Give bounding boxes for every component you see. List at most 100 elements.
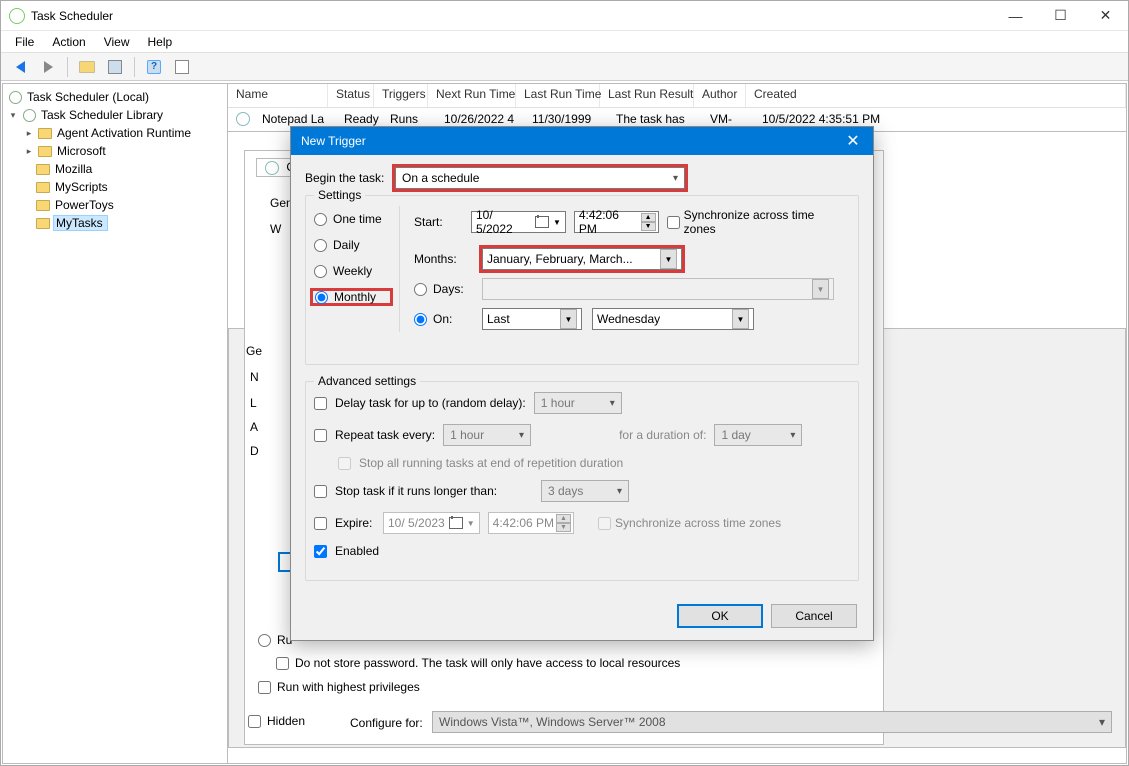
- col-author[interactable]: Author: [694, 84, 746, 107]
- dialog-title: New Trigger: [301, 134, 833, 148]
- dropdown-icon: ▼: [560, 309, 577, 329]
- expand-icon[interactable]: ▸: [23, 128, 35, 139]
- window-controls: — ☐ ✕: [993, 1, 1128, 30]
- new-trigger-dialog: New Trigger ✕ Begin the task: On a sched…: [290, 126, 874, 641]
- col-triggers[interactable]: Triggers: [374, 84, 428, 107]
- spin-up-icon[interactable]: ▲: [641, 213, 656, 222]
- freq-daily[interactable]: Daily: [314, 236, 393, 254]
- back-button[interactable]: [9, 56, 31, 78]
- duration-select[interactable]: 1 day▾: [714, 424, 802, 446]
- stop-if-checkbox[interactable]: [314, 485, 327, 498]
- no-store-password-checkbox[interactable]: Do not store password. The task will onl…: [276, 656, 680, 670]
- expand-icon[interactable]: ▸: [23, 146, 35, 157]
- bg-n: N: [250, 370, 259, 384]
- menubar: File Action View Help: [1, 31, 1128, 53]
- start-date-input[interactable]: 10/ 5/2022 ▼: [471, 211, 566, 233]
- tree-root[interactable]: Task Scheduler (Local): [3, 88, 227, 106]
- start-label: Start:: [414, 215, 463, 229]
- col-created[interactable]: Created: [746, 84, 1126, 107]
- freq-monthly[interactable]: Monthly: [310, 288, 393, 306]
- tree-library[interactable]: ▾ Task Scheduler Library: [3, 106, 227, 124]
- help-button[interactable]: ?: [143, 56, 165, 78]
- sync-tz-checkbox[interactable]: Synchronize across time zones: [667, 208, 846, 236]
- folder-icon: [36, 218, 50, 229]
- tree-item-myscripts[interactable]: MyScripts: [3, 178, 227, 196]
- delay-label: Delay task for up to (random delay):: [335, 396, 526, 410]
- folder-icon: [38, 146, 52, 157]
- tree-item-powertoys[interactable]: PowerToys: [3, 196, 227, 214]
- configure-for-label: Configure for:: [350, 716, 423, 730]
- on-radio[interactable]: On:: [414, 310, 474, 328]
- chevron-down-icon: ▾: [673, 173, 678, 184]
- folder-icon: [36, 182, 50, 193]
- task-icon: [236, 112, 250, 126]
- on-week-select[interactable]: Last▼: [482, 308, 582, 330]
- titlebar: Task Scheduler — ☐ ✕: [1, 1, 1128, 31]
- forward-button[interactable]: [37, 56, 59, 78]
- menu-file[interactable]: File: [7, 33, 42, 51]
- settings-group: Settings One time Daily Weekly Monthly S…: [305, 195, 859, 365]
- expire-time-input[interactable]: 4:42:06 PM ▲▼: [488, 512, 574, 534]
- menu-action[interactable]: Action: [44, 33, 93, 51]
- tree-item-microsoft[interactable]: ▸ Microsoft: [3, 142, 227, 160]
- enabled-label: Enabled: [335, 544, 379, 558]
- dialog-titlebar: New Trigger ✕: [291, 127, 873, 155]
- spin-down-icon[interactable]: ▼: [641, 222, 656, 231]
- advanced-group: Advanced settings Delay task for up to (…: [305, 381, 859, 581]
- begin-task-select[interactable]: On a schedule ▾: [395, 167, 685, 189]
- expire-checkbox[interactable]: [314, 517, 327, 530]
- minimize-button[interactable]: —: [993, 1, 1038, 30]
- run-highest-checkbox[interactable]: Run with highest privileges: [258, 680, 420, 694]
- bg-a: A: [250, 420, 258, 434]
- delay-select[interactable]: 1 hour▾: [534, 392, 622, 414]
- tree-item-mozilla[interactable]: Mozilla: [3, 160, 227, 178]
- on-day-select[interactable]: Wednesday▼: [592, 308, 754, 330]
- window-title: Task Scheduler: [31, 9, 993, 23]
- stop-if-select[interactable]: 3 days▾: [541, 480, 629, 502]
- hidden-checkbox[interactable]: Hidden: [248, 714, 305, 728]
- col-status[interactable]: Status: [328, 84, 374, 107]
- configure-for-select[interactable]: Windows Vista™, Windows Server™ 2008: [432, 711, 1112, 733]
- app-icon: [9, 8, 25, 24]
- stop-all-label: Stop all running tasks at end of repetit…: [359, 456, 623, 470]
- col-result[interactable]: Last Run Result: [600, 84, 694, 107]
- tree-item-mytasks[interactable]: MyTasks: [3, 214, 227, 232]
- maximize-button[interactable]: ☐: [1038, 1, 1083, 30]
- expire-date-input[interactable]: 10/ 5/2023 ▼: [383, 512, 480, 534]
- start-time-input[interactable]: 4:42:06 PM ▲▼: [574, 211, 659, 233]
- bg-ge: Ge: [246, 344, 262, 358]
- days-radio[interactable]: Days:: [414, 280, 474, 298]
- days-select[interactable]: ▼: [482, 278, 834, 300]
- collapse-icon[interactable]: ▾: [7, 110, 19, 121]
- col-next[interactable]: Next Run Time: [428, 84, 516, 107]
- repeat-select[interactable]: 1 hour▾: [443, 424, 531, 446]
- dropdown-icon: ▼: [812, 279, 829, 299]
- settings-title: Settings: [314, 188, 365, 202]
- library-icon: [23, 109, 36, 122]
- months-select[interactable]: January, February, March... ▼: [482, 248, 682, 270]
- begin-task-label: Begin the task:: [305, 171, 387, 185]
- repeat-checkbox[interactable]: [314, 429, 327, 442]
- enabled-checkbox[interactable]: [314, 545, 327, 558]
- freq-onetime[interactable]: One time: [314, 210, 393, 228]
- ok-button[interactable]: OK: [677, 604, 763, 628]
- col-name[interactable]: Name: [228, 84, 328, 107]
- menu-view[interactable]: View: [96, 33, 138, 51]
- close-button[interactable]: ✕: [1083, 1, 1128, 30]
- tree-item-agent[interactable]: ▸ Agent Activation Runtime: [3, 124, 227, 142]
- stop-all-checkbox: [338, 457, 351, 470]
- menu-help[interactable]: Help: [140, 33, 181, 51]
- calendar-icon: [449, 517, 463, 529]
- delay-checkbox[interactable]: [314, 397, 327, 410]
- task-columns: Name Status Triggers Next Run Time Last …: [228, 84, 1126, 108]
- dialog-close-button[interactable]: ✕: [833, 127, 873, 155]
- col-last[interactable]: Last Run Time: [516, 84, 600, 107]
- calendar-icon: [535, 216, 549, 228]
- show-pane-button[interactable]: [171, 56, 193, 78]
- freq-weekly[interactable]: Weekly: [314, 262, 393, 280]
- stop-if-label: Stop task if it runs longer than:: [335, 484, 533, 498]
- properties-button[interactable]: [104, 56, 126, 78]
- run-only-radio[interactable]: Ru: [258, 633, 292, 647]
- up-folder-button[interactable]: [76, 56, 98, 78]
- cancel-button[interactable]: Cancel: [771, 604, 857, 628]
